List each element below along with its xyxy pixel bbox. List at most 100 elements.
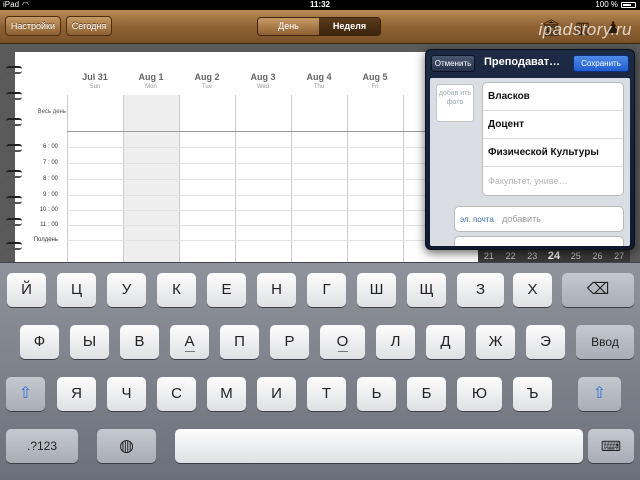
key-with-accents[interactable]: А [170,325,209,359]
key[interactable]: Ф [20,325,59,359]
binder-ring [6,196,22,204]
day-weekday: Sun [89,84,101,90]
day-header[interactable]: Aug 4 Thu [291,72,347,90]
last-name-field[interactable]: Власков [483,83,623,111]
day-header[interactable]: Aug 1 Mon [123,72,179,90]
all-day-separator [67,131,427,132]
space-key[interactable] [175,429,583,463]
key[interactable]: Е [207,273,246,307]
today-button[interactable]: Сегодня [66,16,112,36]
key[interactable]: Ю [457,377,502,411]
position-field[interactable]: Доцент [483,111,623,139]
segment-day[interactable]: День [258,18,319,35]
mini-day[interactable]: 25 [565,250,587,262]
key[interactable]: Ы [70,325,109,359]
key[interactable]: Н [257,273,296,307]
all-day-label: Весь день [37,109,66,115]
add-photo-button[interactable]: добав ить фото [436,84,474,122]
enter-key[interactable]: Ввод [576,325,634,359]
day-date: Aug 2 [194,72,220,82]
faculty-field[interactable]: Факультет, униве… [483,167,623,195]
save-button[interactable]: Сохранить [573,55,629,72]
teacher-popover: Отменить Преподават… Сохранить добав ить… [425,49,635,250]
mini-day[interactable]: 26 [587,250,609,262]
popover-body: добав ить фото Власков Доцент Физической… [430,78,630,246]
day-date: Aug 1 [138,72,164,82]
shift-key-right[interactable]: ⇧ [578,377,621,411]
binder-ring [6,218,22,226]
globe-key[interactable]: ◍ [97,429,156,463]
day-date: Aug 4 [306,72,332,82]
day-date: Jul 31 [82,72,108,82]
day-header[interactable]: Jul 31 Sun [67,72,123,90]
mini-day[interactable]: 23 [521,250,543,262]
mini-day-today[interactable]: 24 [543,250,565,262]
day-header[interactable]: Aug 3 Wed [235,72,291,90]
key[interactable]: Ш [357,273,396,307]
day-date: Aug 5 [362,72,388,82]
status-time: 11:32 [309,0,331,9]
key-with-accents[interactable]: О [320,325,365,359]
key[interactable]: М [207,377,246,411]
segment-week[interactable]: Неделя [319,18,380,35]
key[interactable]: С [157,377,196,411]
key[interactable]: У [107,273,146,307]
watermark: ipadstory.ru [538,20,632,39]
backspace-icon: ⌫ [586,281,610,298]
hour-label: 10 : 00 [39,207,58,213]
dismiss-keyboard-key[interactable]: ⌨ [588,429,634,463]
shift-icon: ⇧ [18,385,33,402]
key[interactable]: Ъ [513,377,552,411]
key[interactable]: Э [526,325,565,359]
name-fields: Власков Доцент Физической Культуры Факул… [482,82,624,196]
department-field[interactable]: Физической Культуры [483,139,623,167]
key[interactable]: Ж [476,325,515,359]
key[interactable]: Т [307,377,346,411]
mini-calendar-row: 21 22 23 24 25 26 27 [478,250,630,262]
binder-ring [6,242,22,250]
key[interactable]: Л [376,325,415,359]
globe-icon: ◍ [119,436,134,455]
backspace-key[interactable]: ⌫ [562,273,634,307]
hour-label: 9 : 00 [42,192,58,198]
key[interactable]: К [157,273,196,307]
mini-day[interactable]: 22 [500,250,522,262]
key[interactable]: Щ [407,273,446,307]
key[interactable]: Р [270,325,309,359]
email-value: добавить [502,214,541,224]
key[interactable]: Д [426,325,465,359]
key[interactable]: Ч [107,377,146,411]
day-weekday: Thu [313,84,325,90]
hour-label: 11 : 00 [40,222,58,228]
day-header[interactable]: Aug 2 Tue [179,72,235,90]
hour-label: 6 : 00 [42,144,58,150]
shift-key-left[interactable]: ⇧ [6,377,45,411]
key[interactable]: Х [513,273,552,307]
email-field[interactable]: эл. почта добавить [454,206,624,232]
view-segmented-control: День Неделя [257,17,381,36]
day-header[interactable]: Aug 5 Fri [347,72,403,90]
top-toolbar: Настройки Сегодня День Неделя 🏛 ▥ ♟ ipad… [0,10,640,44]
key[interactable]: Й [7,273,46,307]
key[interactable]: И [257,377,296,411]
key[interactable]: Ь [357,377,396,411]
key[interactable]: Ц [57,273,96,307]
cancel-button[interactable]: Отменить [431,55,475,72]
settings-button[interactable]: Настройки [5,16,61,36]
hour-line [67,240,427,241]
key[interactable]: П [220,325,259,359]
shift-icon: ⇧ [592,385,607,402]
binder-ring [6,118,22,126]
key[interactable]: Б [407,377,446,411]
mini-day[interactable]: 27 [608,250,630,262]
day-weekday: Mon [145,84,157,90]
key[interactable]: З [457,273,504,307]
key[interactable]: В [120,325,159,359]
day-weekday: Tue [201,84,213,90]
numbers-key[interactable]: .?123 [6,429,78,463]
key[interactable]: Г [307,273,346,307]
hour-line [67,147,427,148]
mini-day[interactable]: 21 [478,250,500,262]
key[interactable]: Я [57,377,96,411]
next-field-row[interactable] [454,236,624,246]
